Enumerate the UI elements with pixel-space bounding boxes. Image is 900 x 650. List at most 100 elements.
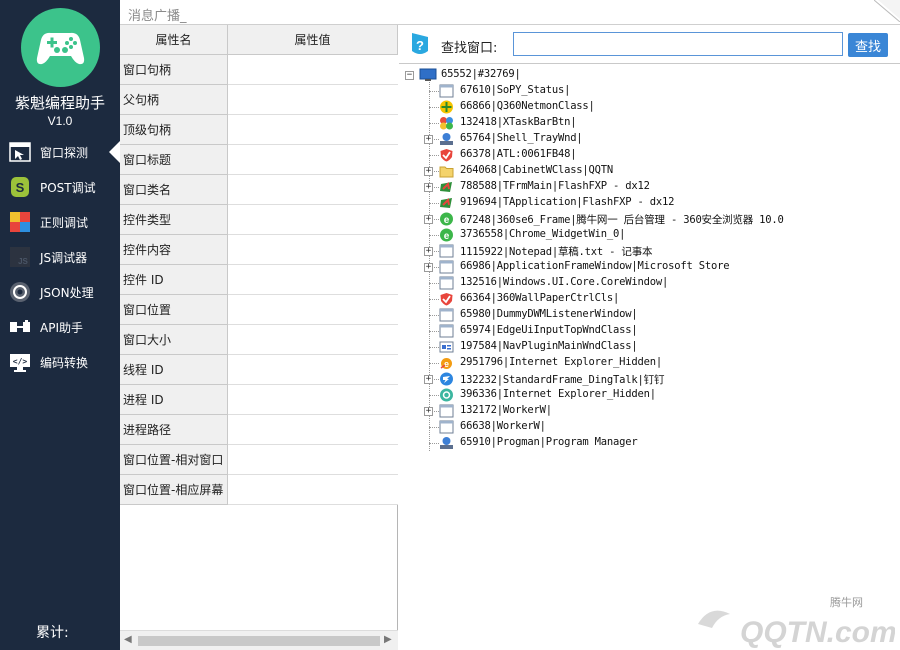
property-value[interactable] [228, 445, 398, 475]
property-row[interactable]: 窗口大小 [120, 325, 398, 355]
property-row[interactable]: 窗口位置-相对窗口 [120, 445, 398, 475]
tree-root[interactable]: − 65552|#32769| [399, 67, 900, 83]
property-row[interactable]: 窗口位置 [120, 295, 398, 325]
tree-node[interactable]: + e 67248|360se6_Frame|腾牛网一 后台管理 - 360安全浏览… [399, 211, 900, 227]
property-row[interactable]: 窗口句柄 [120, 55, 398, 85]
tree-node[interactable]: 132418|XTaskBarBtn| [399, 115, 900, 131]
property-name: 控件类型 [120, 205, 228, 235]
property-value[interactable] [228, 475, 398, 505]
search-label: 查找窗口: [441, 41, 498, 56]
window-icon [439, 244, 454, 258]
netmon-icon [440, 100, 453, 114]
tree-node[interactable]: +65764|Shell_TrayWnd| [399, 131, 900, 147]
property-value[interactable] [228, 355, 398, 385]
expand-icon[interactable]: + [424, 215, 433, 224]
property-value[interactable] [228, 415, 398, 445]
property-row[interactable]: 窗口位置-相应屏幕 [120, 475, 398, 505]
column-header-value[interactable]: 属性值 [228, 25, 398, 55]
horizontal-scrollbar[interactable]: ◀ ▶ [120, 630, 398, 650]
property-value[interactable] [228, 325, 398, 355]
green-app-icon [440, 388, 453, 402]
tree-node[interactable]: e 3736558|Chrome_WidgetWin_0| [399, 227, 900, 243]
expand-icon[interactable]: + [424, 247, 433, 256]
tree-node[interactable]: 919694|TApplication|FlashFXP - dx12 [399, 195, 900, 211]
tree-node[interactable]: 132516|Windows.UI.Core.CoreWindow| [399, 275, 900, 291]
window-icon [439, 324, 454, 338]
tree-node[interactable]: 65910|Progman|Program Manager [399, 435, 900, 451]
property-row[interactable]: 控件 ID [120, 265, 398, 295]
expand-icon[interactable]: + [424, 167, 433, 176]
expand-icon[interactable]: + [424, 375, 433, 384]
tree-node[interactable]: e 2951796|Internet Explorer_Hidden| [399, 355, 900, 371]
tree-node-text: 66638|WorkerW| [460, 420, 546, 432]
tree-node-text: 1115922|Notepad|草稿.txt - 记事本 [460, 246, 653, 258]
expand-icon[interactable]: + [424, 263, 433, 272]
nav-item-api[interactable]: API助手 [0, 310, 120, 344]
tree-branch-line [429, 91, 439, 92]
tree-node[interactable]: +264068|CabinetWClass|QQTN [399, 163, 900, 179]
nav-item-regex-debug[interactable]: 正则调试 [0, 205, 120, 239]
tree-node[interactable]: +1115922|Notepad|草稿.txt - 记事本 [399, 243, 900, 259]
property-row[interactable]: 进程路径 [120, 415, 398, 445]
tree-node[interactable]: 197584|NavPluginMainWndClass| [399, 339, 900, 355]
property-value[interactable] [228, 145, 398, 175]
property-row[interactable]: 进程 ID [120, 385, 398, 415]
scroll-right-icon[interactable]: ▶ [384, 634, 392, 645]
property-row[interactable]: 控件内容 [120, 235, 398, 265]
property-value[interactable] [228, 175, 398, 205]
search-button[interactable]: 查找 [848, 33, 888, 57]
tree-node-text: 67248|360se6_Frame|腾牛网一 后台管理 - 360安全浏览器 … [460, 214, 784, 226]
property-value[interactable] [228, 295, 398, 325]
nav-label: JS调试器 [40, 251, 88, 265]
sidebar: 紫魁编程助手 V1.0 窗口探测 S POST调试 正则调试 JS JS调试器 … [0, 0, 120, 650]
tree-node[interactable]: 65974|EdgeUiInputTopWndClass| [399, 323, 900, 339]
property-value[interactable] [228, 265, 398, 295]
tree-node[interactable]: 66866|Q360NetmonClass| [399, 99, 900, 115]
nav-item-encoding[interactable]: </> 编码转换 [0, 345, 120, 379]
property-row[interactable]: 线程 ID [120, 355, 398, 385]
property-row[interactable]: 窗口类名 [120, 175, 398, 205]
tree-node[interactable]: 66638|WorkerW| [399, 419, 900, 435]
window-icon [439, 260, 454, 274]
expand-icon[interactable]: + [424, 407, 433, 416]
tree-branch-line [429, 203, 439, 204]
nav-item-window-probe[interactable]: 窗口探测 [0, 135, 120, 169]
tree-node[interactable]: +788588|TFrmMain|FlashFXP - dx12 [399, 179, 900, 195]
tree-node[interactable]: 65980|DummyDWMListenerWindow| [399, 307, 900, 323]
expand-icon[interactable]: + [424, 183, 433, 192]
gamepad-logo-icon [21, 8, 100, 87]
property-row[interactable]: 顶级句柄 [120, 115, 398, 145]
tree-node[interactable]: +132232|StandardFrame_DingTalk|钉钉 [399, 371, 900, 387]
search-input[interactable] [513, 32, 843, 56]
property-row[interactable]: 父句柄 [120, 85, 398, 115]
property-value[interactable] [228, 235, 398, 265]
tree-node[interactable]: 396336|Internet Explorer_Hidden| [399, 387, 900, 403]
property-value[interactable] [228, 55, 398, 85]
scroll-left-icon[interactable]: ◀ [124, 634, 132, 645]
tree-node[interactable]: 66378|ATL:0061FB48| [399, 147, 900, 163]
tree-node[interactable]: +66986|ApplicationFrameWindow|Microsoft … [399, 259, 900, 275]
property-value[interactable] [228, 385, 398, 415]
property-value[interactable] [228, 115, 398, 145]
svg-text:e: e [444, 359, 449, 369]
tree-node[interactable]: +132172|WorkerW| [399, 403, 900, 419]
tree-node[interactable]: 67610|SoPY_Status| [399, 83, 900, 99]
collapse-icon[interactable]: − [405, 71, 414, 80]
property-value[interactable] [228, 205, 398, 235]
tree-node-text: 65764|Shell_TrayWnd| [460, 132, 583, 144]
flashfxp-icon [440, 197, 452, 208]
property-row[interactable]: 窗口标题 [120, 145, 398, 175]
property-value[interactable] [228, 85, 398, 115]
nav-item-post-debug[interactable]: S POST调试 [0, 170, 120, 204]
property-row[interactable]: 控件类型 [120, 205, 398, 235]
scrollbar-thumb[interactable] [138, 636, 380, 646]
desktop-icon [419, 68, 437, 81]
property-name: 进程路径 [120, 415, 228, 445]
property-name: 进程 ID [120, 385, 228, 415]
nav-item-json[interactable]: JSON处理 [0, 275, 120, 309]
tree-node[interactable]: 66364|360WallPaperCtrlCls| [399, 291, 900, 307]
expand-icon[interactable]: + [424, 135, 433, 144]
nav-item-js-debugger[interactable]: JS JS调试器 [0, 240, 120, 274]
column-header-name[interactable]: 属性名 [120, 25, 228, 55]
dingtalk-icon [440, 372, 453, 386]
